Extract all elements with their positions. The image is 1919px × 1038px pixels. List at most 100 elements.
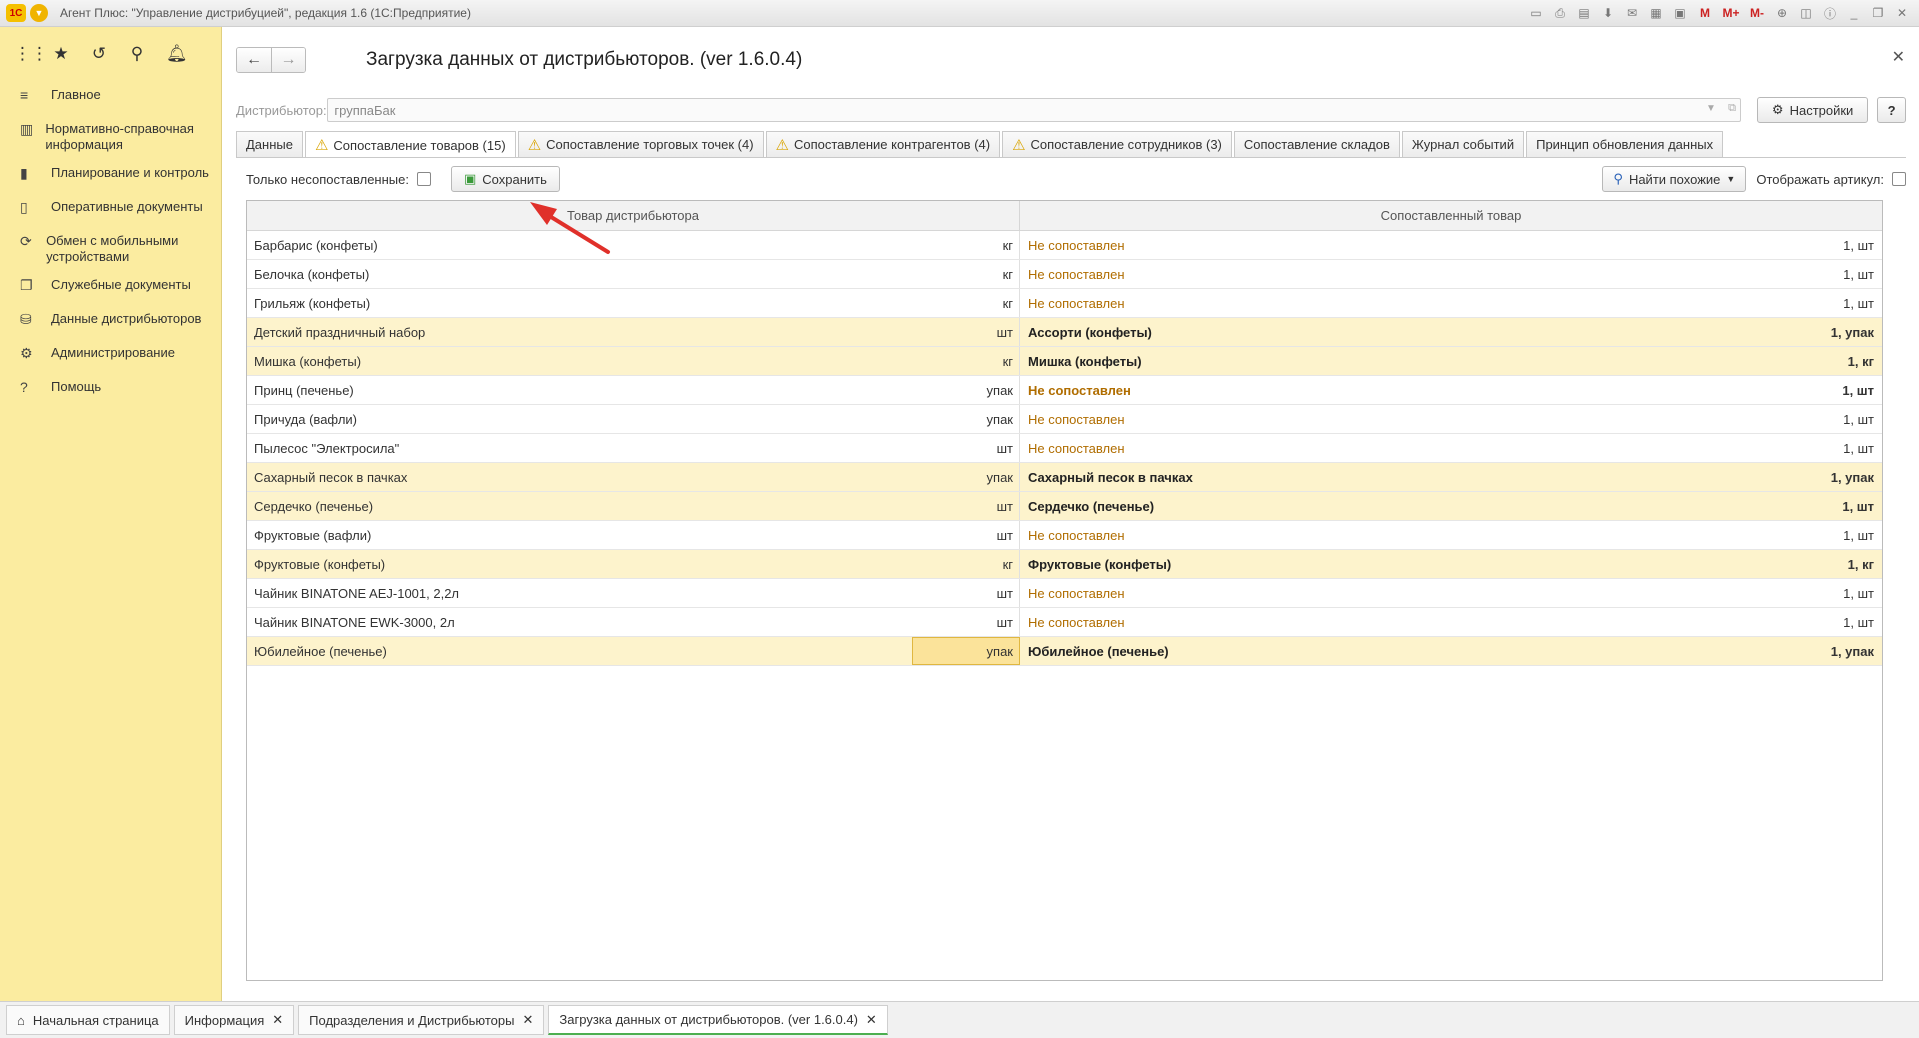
distributor-goods-cell[interactable]: Барбарис (конфеты) [247, 231, 912, 259]
matched-goods-cell[interactable]: Не сопоставлен [1020, 289, 1685, 317]
memory-minus-button[interactable]: M- [1745, 3, 1769, 23]
matched-goods-cell[interactable]: Мишка (конфеты) [1020, 347, 1685, 375]
app-logo-icon[interactable]: 1С [6, 4, 26, 22]
quantity-cell[interactable]: 1, кг [1685, 550, 1882, 578]
unit-cell[interactable]: упак [912, 463, 1020, 491]
column-header-distributor-goods[interactable]: Товар дистрибьютора [247, 201, 1020, 230]
table-row[interactable]: Фруктовые (вафли) шт Не сопоставлен 1, шт [247, 521, 1882, 550]
quantity-cell[interactable]: 1, шт [1685, 289, 1882, 317]
unit-cell[interactable]: кг [912, 347, 1020, 375]
close-icon[interactable]: ✕ [1891, 3, 1913, 23]
table-row[interactable]: Сердечко (печенье) шт Сердечко (печенье) 1,… [247, 492, 1882, 521]
unit-cell[interactable]: шт [912, 318, 1020, 346]
sidebar-item-main[interactable]: ≡ Главное [0, 81, 221, 115]
quantity-cell[interactable]: 1, упак [1685, 318, 1882, 346]
find-similar-button[interactable]: ⚲ Найти похожие ▼ [1602, 166, 1747, 192]
table-row[interactable]: Чайник BINATONE AEJ-1001, 2,2л шт Не сопос… [247, 579, 1882, 608]
task-data-load[interactable]: Загрузка данных от дистрибьюторов. (ver … [548, 1005, 888, 1035]
minimize-icon[interactable]: _ [1843, 3, 1865, 23]
unit-cell[interactable]: кг [912, 260, 1020, 288]
history-icon[interactable]: ↺ [90, 44, 108, 64]
matched-goods-cell[interactable]: Сердечко (печенье) [1020, 492, 1685, 520]
memory-plus-button[interactable]: M+ [1719, 3, 1743, 23]
distributor-goods-cell[interactable]: Чайник BINATONE EWK-3000, 2л [247, 608, 912, 636]
bell-icon[interactable]: 🔔︎ [166, 44, 188, 64]
form-close-icon[interactable]: ✕ [1892, 47, 1905, 67]
unit-cell[interactable]: кг [912, 231, 1020, 259]
matched-goods-cell[interactable]: Не сопоставлен [1020, 434, 1685, 462]
sidebar-item-operational[interactable]: ▯ Оперативные документы [0, 193, 221, 227]
sidebar-item-mobile-exchange[interactable]: ⟳ Обмен с мобильными устройствами [0, 227, 221, 271]
matched-goods-cell[interactable]: Не сопоставлен [1020, 231, 1685, 259]
save-icon[interactable]: ▭ [1525, 3, 1547, 23]
table-row[interactable]: Пылесос "Электросила" шт Не сопоставлен 1, … [247, 434, 1882, 463]
task-home[interactable]: ⌂ Начальная страница [6, 1005, 170, 1035]
distributor-goods-cell[interactable]: Чайник BINATONE AEJ-1001, 2,2л [247, 579, 912, 607]
table-row[interactable]: Юбилейное (печенье) упак Юбилейное (печень… [247, 637, 1882, 666]
tab-goods-matching[interactable]: ⚠ Сопоставление товаров (15) [304, 131, 516, 158]
goods-matching-table[interactable]: Товар дистрибьютора Сопоставленный товар… [246, 200, 1883, 981]
distributor-goods-cell[interactable]: Причуда (вафли) [247, 405, 912, 433]
matched-goods-cell[interactable]: Не сопоставлен [1020, 608, 1685, 636]
quantity-cell[interactable]: 1, шт [1685, 434, 1882, 462]
unit-cell[interactable]: кг [912, 550, 1020, 578]
sidebar-item-distributor-data[interactable]: ⛁ Данные дистрибьюторов [0, 305, 221, 339]
matched-goods-cell[interactable]: Сахарный песок в пачках [1020, 463, 1685, 491]
distributor-goods-cell[interactable]: Белочка (конфеты) [247, 260, 912, 288]
only-unmatched-checkbox[interactable] [416, 172, 431, 186]
favorites-star-icon[interactable]: ★ [52, 44, 70, 64]
column-header-matched-goods[interactable]: Сопоставленный товар [1020, 201, 1882, 230]
unit-cell[interactable]: упак [912, 376, 1020, 404]
tab-event-log[interactable]: Журнал событий [1401, 131, 1525, 157]
sidebar-item-administration[interactable]: ⚙ Администрирование [0, 339, 221, 373]
mail-icon[interactable]: ✉ [1621, 3, 1643, 23]
sidebar-item-reference[interactable]: ▥ Нормативно-справочная информация [0, 115, 221, 159]
zoom-icon[interactable]: ⊕ [1771, 3, 1793, 23]
quantity-cell[interactable]: 1, шт [1685, 376, 1882, 404]
distributor-goods-cell[interactable]: Мишка (конфеты) [247, 347, 912, 375]
table-row[interactable]: Барбарис (конфеты) кг Не сопоставлен 1, шт [247, 231, 1882, 260]
back-arrow-icon[interactable]: ← [237, 48, 271, 72]
quantity-cell[interactable]: 1, шт [1685, 260, 1882, 288]
dropdown-chevron-icon[interactable]: ▼ [1706, 103, 1716, 114]
table-row[interactable]: Мишка (конфеты) кг Мишка (конфеты) 1, кг [247, 347, 1882, 376]
unit-cell[interactable]: кг [912, 289, 1020, 317]
download-icon[interactable]: ⬇ [1597, 3, 1619, 23]
help-button[interactable]: ? [1877, 97, 1906, 123]
matched-goods-cell[interactable]: Фруктовые (конфеты) [1020, 550, 1685, 578]
distributor-goods-cell[interactable]: Фруктовые (конфеты) [247, 550, 912, 578]
quantity-cell[interactable]: 1, упак [1685, 463, 1882, 491]
close-icon[interactable]: ✕ [866, 1012, 877, 1028]
calculator-icon[interactable]: ▦ [1645, 3, 1667, 23]
calendar-icon[interactable]: ▣ [1669, 3, 1691, 23]
unit-cell[interactable]: упак [912, 405, 1020, 433]
unit-cell[interactable]: шт [912, 492, 1020, 520]
unit-cell[interactable]: шт [912, 434, 1020, 462]
quantity-cell[interactable]: 1, шт [1685, 608, 1882, 636]
table-row[interactable]: Причуда (вафли) упак Не сопоставлен 1, шт [247, 405, 1882, 434]
tab-contractors-matching[interactable]: ⚠ Сопоставление контрагентов (4) [765, 131, 1001, 157]
open-link-icon[interactable]: ⧉ [1728, 102, 1736, 115]
quantity-cell[interactable]: 1, шт [1685, 231, 1882, 259]
sidebar-item-service-docs[interactable]: ❐ Служебные документы [0, 271, 221, 305]
main-menu-icon[interactable]: ▼ [30, 4, 48, 22]
quantity-cell[interactable]: 1, шт [1685, 405, 1882, 433]
unit-cell[interactable]: шт [912, 521, 1020, 549]
matched-goods-cell[interactable]: Не сопоставлен [1020, 405, 1685, 433]
tab-outlets-matching[interactable]: ⚠ Сопоставление торговых точек (4) [517, 131, 764, 157]
matched-goods-cell[interactable]: Не сопоставлен [1020, 376, 1685, 404]
matched-goods-cell[interactable]: Не сопоставлен [1020, 579, 1685, 607]
table-row[interactable]: Белочка (конфеты) кг Не сопоставлен 1, шт [247, 260, 1882, 289]
print-icon[interactable]: ⎙ [1549, 3, 1571, 23]
distributor-goods-cell[interactable]: Сердечко (печенье) [247, 492, 912, 520]
table-row[interactable]: Сахарный песок в пачках упак Сахарный песо… [247, 463, 1882, 492]
quantity-cell[interactable]: 1, шт [1685, 521, 1882, 549]
distributor-goods-cell[interactable]: Юбилейное (печенье) [247, 637, 912, 665]
table-row[interactable]: Чайник BINATONE EWK-3000, 2л шт Не сопоста… [247, 608, 1882, 637]
table-row[interactable]: Детский праздничный набор шт Ассорти (конф… [247, 318, 1882, 347]
save-button[interactable]: ▣ Сохранить [450, 166, 560, 192]
distributor-goods-cell[interactable]: Сахарный песок в пачках [247, 463, 912, 491]
distributor-goods-cell[interactable]: Пылесос "Электросила" [247, 434, 912, 462]
preview-icon[interactable]: ▤ [1573, 3, 1595, 23]
table-row[interactable]: Принц (печенье) упак Не сопоставлен 1, шт [247, 376, 1882, 405]
